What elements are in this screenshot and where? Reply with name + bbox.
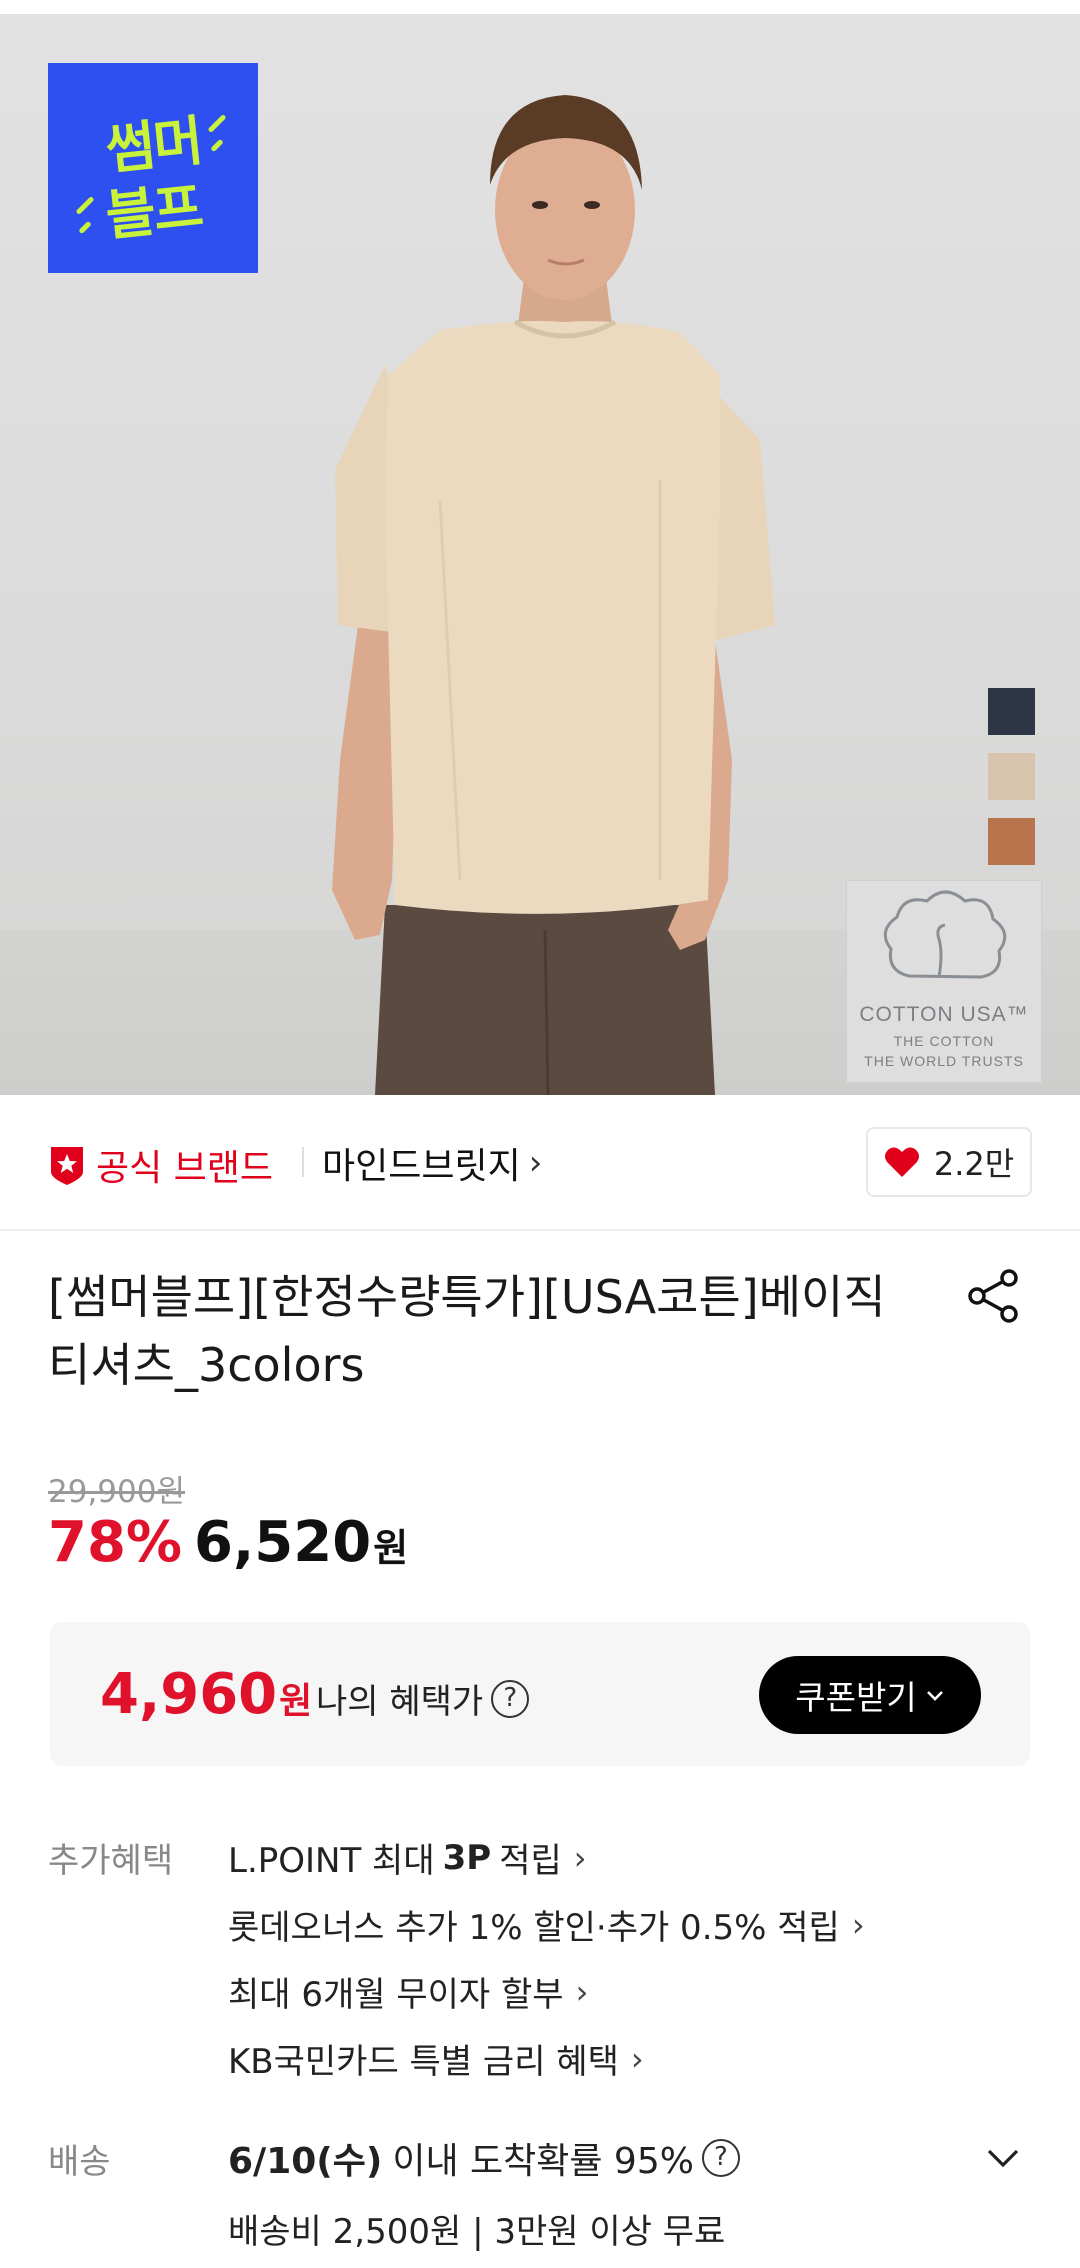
cotton-boll-icon (883, 890, 1007, 979)
official-brand-label: 공식 브랜드 (96, 1148, 274, 1189)
cotton-sub2: THE WORLD TRUSTS (864, 1053, 1024, 1069)
summer-black-friday-badge: 썸머 블프 (48, 63, 258, 273)
cotton-title: COTTON USA™ (859, 1003, 1029, 1026)
swatch-navy[interactable] (988, 688, 1035, 735)
extra-benefit-installment[interactable]: 최대 6개월 무이자 할부 › (228, 1967, 588, 2016)
extra-benefit-kb-card[interactable]: KB국민카드 특별 금리 혜택 › (228, 2034, 644, 2083)
chevron-right-icon: › (573, 1838, 587, 1877)
help-icon[interactable]: ? (491, 1679, 530, 1718)
extra-benefit-lpoint[interactable]: L.POINT 최대 3P 적립 › (228, 1833, 587, 1882)
swatch-beige[interactable] (988, 753, 1035, 800)
coupon-button-label: 쿠폰받기 (795, 1678, 917, 1717)
chevron-down-icon (926, 1691, 943, 1701)
extra-benefits-label: 추가혜택 (48, 1841, 174, 1881)
divider (302, 1147, 304, 1177)
sale-price-unit: 원 (373, 1526, 409, 1570)
brand-name: 마인드브릿지 (322, 1146, 521, 1187)
benefit-price-unit: 원 (279, 1681, 313, 1722)
heart-icon (884, 1147, 919, 1177)
help-icon[interactable]: ? (701, 2139, 740, 2177)
get-coupon-button[interactable]: 쿠폰받기 (759, 1656, 981, 1734)
color-swatches (988, 688, 1035, 883)
shipping-date: 6/10(수) (228, 2141, 383, 2182)
chevron-down-icon[interactable] (983, 2145, 1023, 2171)
official-star-icon (51, 1147, 83, 1185)
shipping-label: 배송 (48, 2142, 111, 2182)
benefit-label: 나의 혜택가 (316, 1682, 484, 1722)
cotton-sub1: THE COTTON (893, 1033, 995, 1049)
product-image[interactable]: 썸머 블프 COTTON USA™ THE COTTON THE WORLD T… (0, 0, 1080, 1095)
shipping-estimate: 6/10(수) 이내 도착확률 95% ? (228, 2132, 740, 2184)
benefit-label-row: 나의 혜택가 ? (316, 1674, 530, 1723)
lpoint-suffix: 적립 (499, 1841, 562, 1881)
benefit-price-box: 4,960 원 나의 혜택가 ? 쿠폰받기 (50, 1622, 1030, 1766)
lpoint-points: 3P (442, 1837, 492, 1878)
chevron-right-icon: › (851, 1905, 865, 1944)
benefit-price: 4,960 원 (100, 1662, 312, 1727)
share-icon[interactable] (965, 1268, 1021, 1324)
sale-price: 6,520 (194, 1510, 372, 1575)
brand-link[interactable]: 마인드브릿지 › (322, 1137, 542, 1189)
lotte-owners-text: 롯데오너스 추가 1% 할인·추가 0.5% 적립 (228, 1908, 840, 1948)
shipping-fee: 배송비 2,500원 | 3만원 이상 무료 (228, 2212, 726, 2252)
like-count: 2.2만 (933, 1145, 1015, 1183)
chevron-right-icon: › (630, 2039, 644, 2078)
shipping-probability: 이내 도착확률 95% (392, 2141, 694, 2182)
kb-card-text: KB국민카드 특별 금리 혜택 (228, 2042, 619, 2082)
lpoint-text: L.POINT 최대 (228, 1841, 435, 1881)
product-title: [썸머블프][한정수량특가][USA코튼]베이직 티셔츠_3colors (48, 1270, 886, 1392)
swatch-brown[interactable] (988, 818, 1035, 865)
original-price: 29,900원 (48, 1474, 185, 1510)
discount-rate: 78% (48, 1510, 183, 1575)
benefit-price-value: 4,960 (100, 1662, 278, 1727)
installment-text: 최대 6개월 무이자 할부 (228, 1975, 564, 2015)
chevron-right-icon: › (575, 1972, 589, 2011)
price-row: 78% 6,520 원 (48, 1510, 408, 1575)
official-brand-badge: 공식 브랜드 (48, 1139, 273, 1191)
extra-benefit-lotte-owners[interactable]: 롯데오너스 추가 1% 할인·추가 0.5% 적립 › (228, 1900, 865, 1949)
separator (0, 1229, 1080, 1231)
chevron-right-icon: › (528, 1143, 543, 1183)
brand-row: 공식 브랜드 마인드브릿지 › 2.2만 (0, 1095, 1080, 1230)
cotton-usa-logo: COTTON USA™ THE COTTON THE WORLD TRUSTS (846, 880, 1042, 1083)
like-button[interactable]: 2.2만 (866, 1127, 1032, 1197)
